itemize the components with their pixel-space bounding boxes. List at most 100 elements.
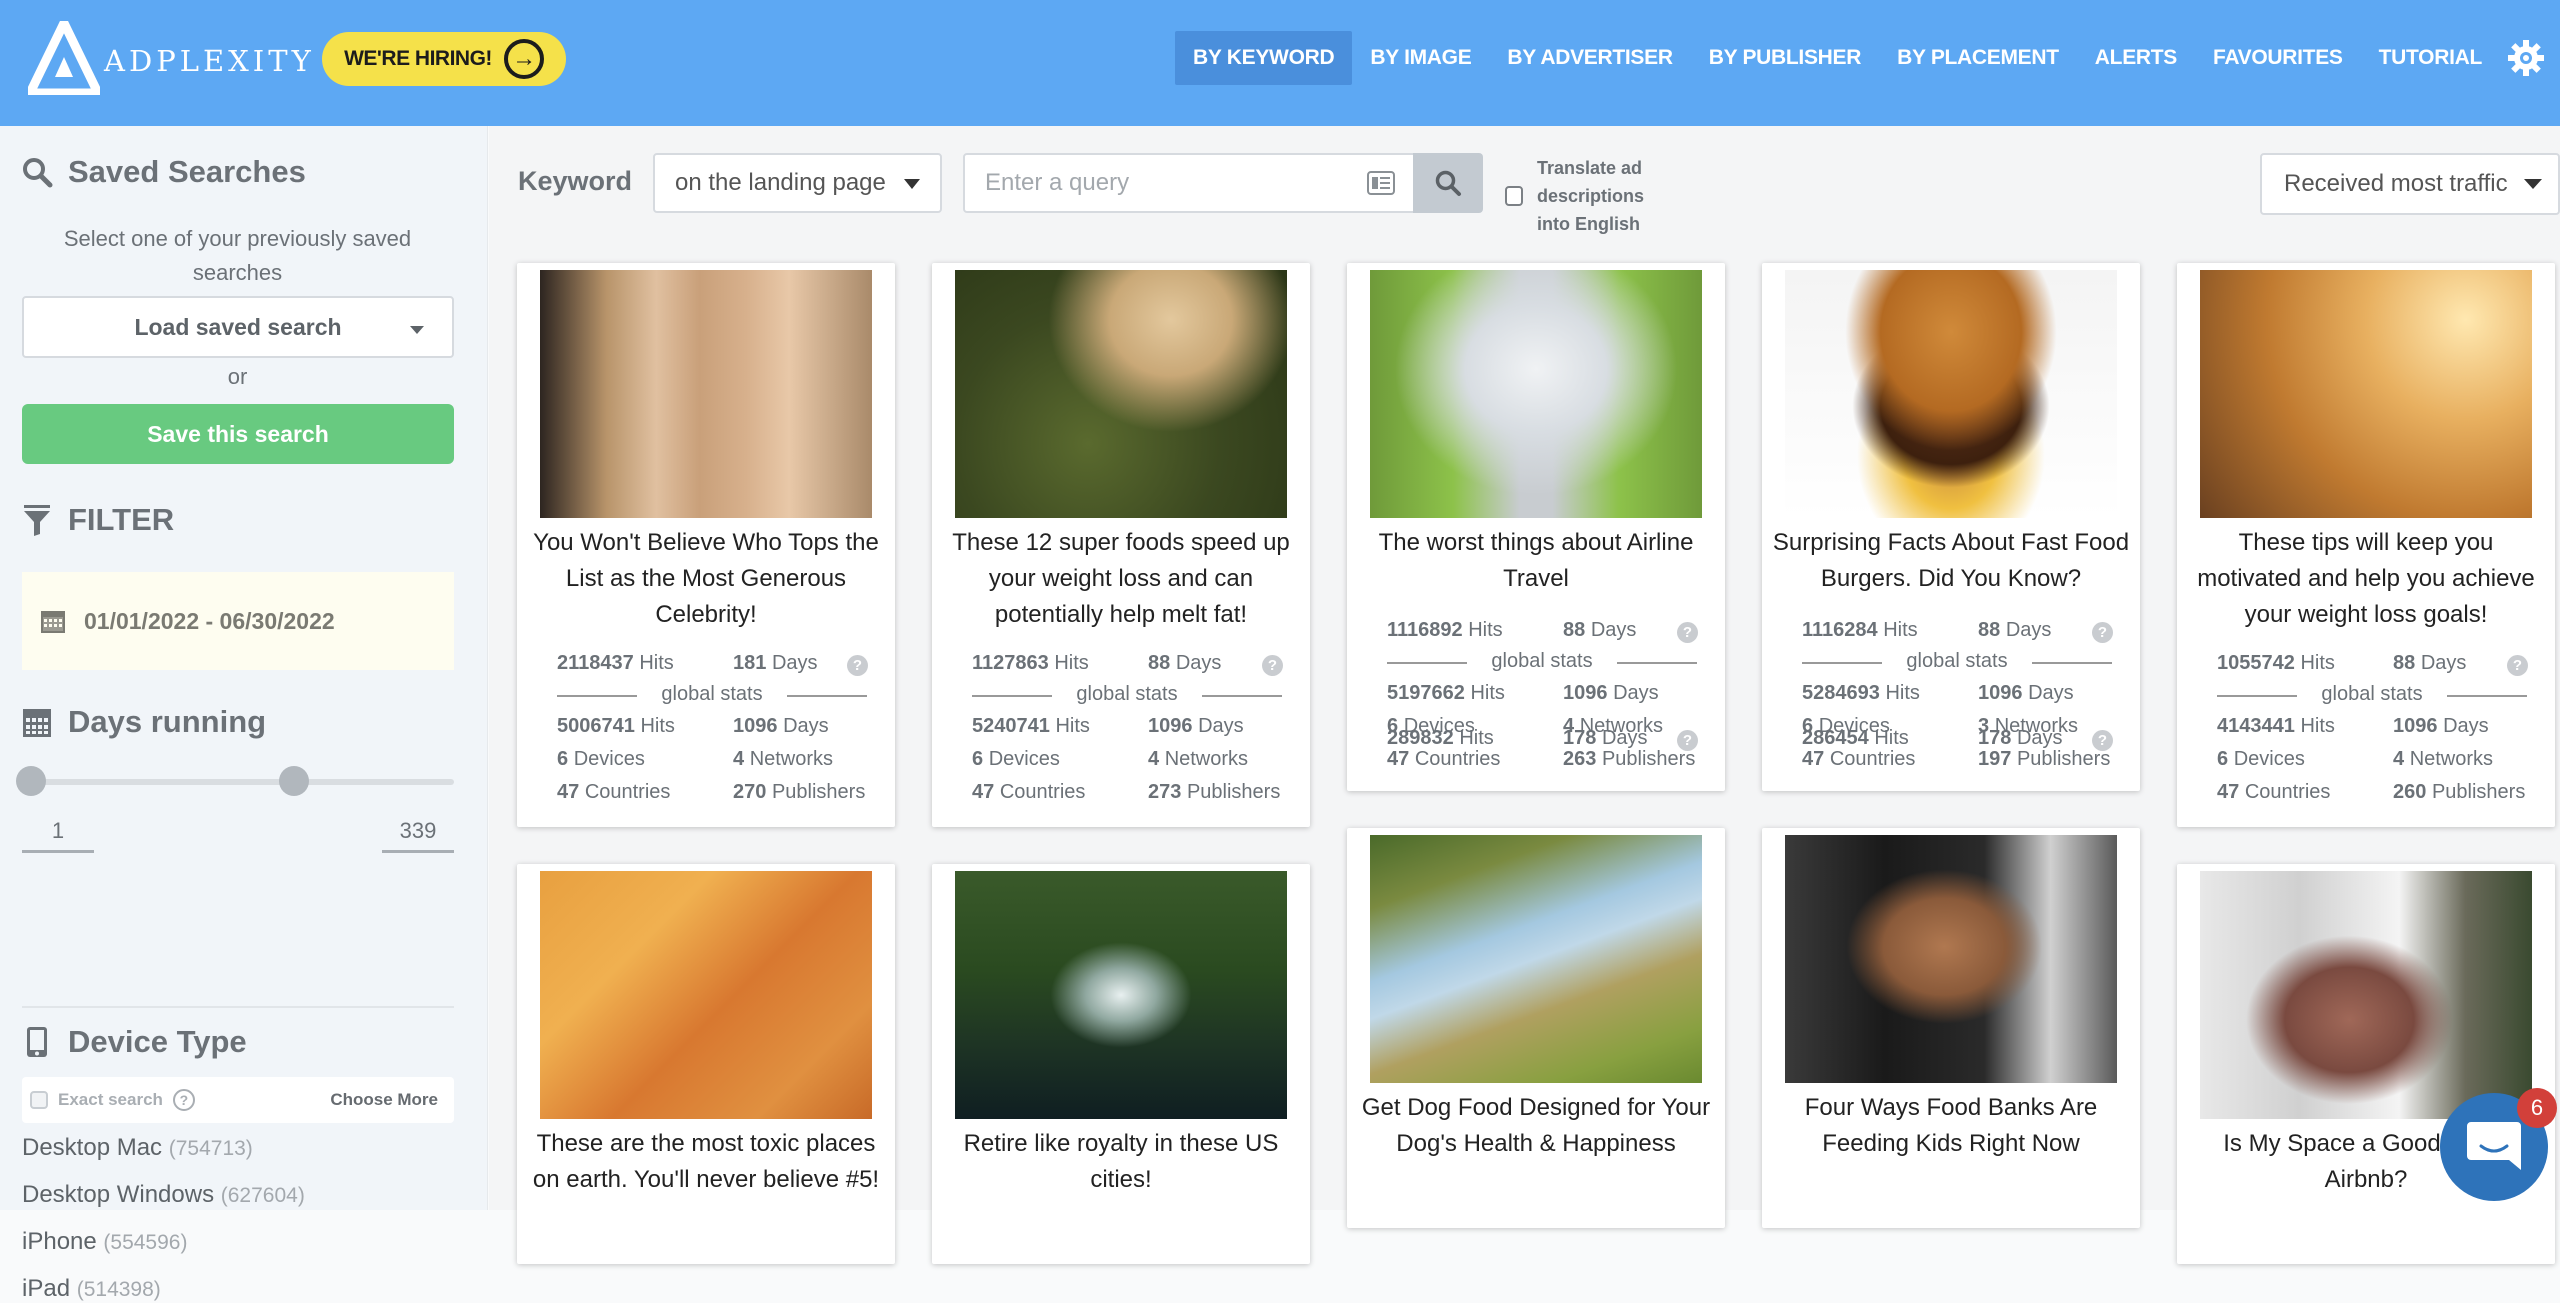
ad-image[interactable] xyxy=(2200,270,2532,518)
device-item-desktop-mac[interactable]: Desktop Mac (754713) xyxy=(22,1134,253,1162)
nav-favourites[interactable]: FAVOURITES xyxy=(2195,31,2361,85)
ad-image[interactable] xyxy=(955,270,1287,518)
ad-title[interactable]: Four Ways Food Banks Are Feeding Kids Ri… xyxy=(1772,1090,2130,1162)
ad-card[interactable]: Four Ways Food Banks Are Feeding Kids Ri… xyxy=(1762,727,2140,1228)
query-field xyxy=(963,153,1417,213)
device-item-desktop-windows[interactable]: Desktop Windows (627604) xyxy=(22,1181,305,1209)
choose-more-link[interactable]: Choose More xyxy=(330,1090,438,1110)
load-saved-search-select[interactable]: Load saved search xyxy=(22,296,454,358)
days-running-max-input[interactable]: 339 xyxy=(382,818,454,853)
ad-title[interactable]: These 12 super foods speed up your weigh… xyxy=(942,525,1300,633)
ad-title[interactable]: Surprising Facts About Fast Food Burgers… xyxy=(1772,525,2130,597)
days-running-max-handle[interactable] xyxy=(279,766,310,796)
main-nav: BY KEYWORD BY IMAGE BY ADVERTISER BY PUB… xyxy=(1175,31,2500,85)
help-icon[interactable]: ? xyxy=(2092,622,2113,643)
calendar-icon xyxy=(41,611,65,633)
adplexity-logo[interactable]: ADPLEXITY xyxy=(28,21,315,95)
caret-down-icon xyxy=(410,326,424,334)
ad-image[interactable] xyxy=(2200,871,2532,1119)
help-icon[interactable]: ? xyxy=(2092,730,2113,751)
days-running-slider-track[interactable] xyxy=(22,779,454,785)
global-devices: 6 xyxy=(557,748,569,770)
days-running-title: Days running xyxy=(68,704,267,739)
ad-card[interactable]: You Won't Believe Who Tops the List as t… xyxy=(517,263,895,827)
arrow-right-circle-icon: → xyxy=(503,39,544,79)
logo-text: ADPLEXITY xyxy=(104,44,315,78)
device-item-iphone[interactable]: iPhone (554596) xyxy=(22,1228,187,1256)
ad-image[interactable] xyxy=(1785,270,2117,518)
days-running-heading: Days running xyxy=(20,704,266,740)
ad-days: 88 xyxy=(1148,652,1171,674)
help-icon[interactable]: ? xyxy=(1677,730,1698,751)
ad-title[interactable]: The worst things about Airline Travel xyxy=(1357,525,1715,597)
help-icon[interactable]: ? xyxy=(2507,655,2528,676)
caret-down-icon xyxy=(2524,179,2542,189)
global-days: 1096 xyxy=(2393,715,2438,737)
ad-card[interactable]: Retire like royalty in these US cities! xyxy=(932,864,1310,1264)
date-range-picker[interactable]: 01/01/2022 - 06/30/2022 xyxy=(22,572,454,670)
ad-card[interactable]: Is My Space a Good Fit for Airbnb? xyxy=(2177,864,2555,1264)
ad-title[interactable]: These are the most toxic places on earth… xyxy=(527,1126,885,1198)
save-search-button[interactable]: Save this search xyxy=(22,404,454,464)
keyword-scope-select[interactable]: on the landing page xyxy=(653,153,942,213)
ad-stats: 286454 Hits 178 Days? xyxy=(1802,722,2113,755)
hits-label: Hits xyxy=(2300,715,2335,737)
ad-image[interactable] xyxy=(955,871,1287,1119)
days-label: Days xyxy=(2005,619,2052,641)
help-icon[interactable]: ? xyxy=(1262,655,1283,676)
ad-card[interactable]: These tips will keep you motivated and h… xyxy=(2177,263,2555,827)
ad-image[interactable] xyxy=(540,871,872,1119)
caret-down-icon xyxy=(904,179,920,189)
days-running-min-input[interactable]: 1 xyxy=(22,818,94,853)
ad-card[interactable]: Get Dog Food Designed for Your Dog's Hea… xyxy=(1347,727,1725,1228)
ad-image[interactable] xyxy=(540,270,872,518)
global-days: 1096 xyxy=(1563,682,1608,704)
device-count: (754713) xyxy=(168,1137,253,1160)
ad-card[interactable]: These are the most toxic places on earth… xyxy=(517,864,895,1264)
hits-label: Hits xyxy=(1054,652,1089,674)
ad-card[interactable]: The worst things about Airline Travel 111… xyxy=(1347,263,1725,791)
help-icon[interactable]: ? xyxy=(172,1089,195,1111)
translate-checkbox[interactable] xyxy=(1505,186,1523,206)
ad-title[interactable]: These tips will keep you motivated and h… xyxy=(2187,525,2545,633)
filter-icon xyxy=(20,503,54,537)
publishers-label: Publishers xyxy=(1186,781,1281,803)
days-label: Days xyxy=(1198,715,1244,737)
search-icon xyxy=(1435,170,1461,196)
gear-icon[interactable] xyxy=(2506,38,2546,78)
ad-title[interactable]: You Won't Believe Who Tops the List as t… xyxy=(527,525,885,633)
nav-by-image[interactable]: BY IMAGE xyxy=(1352,31,1489,85)
ad-title[interactable]: Get Dog Food Designed for Your Dog's Hea… xyxy=(1357,1090,1715,1162)
days-label: Days xyxy=(1590,619,1637,641)
ad-image[interactable] xyxy=(1370,835,1702,1083)
nav-by-keyword[interactable]: BY KEYWORD xyxy=(1175,31,1353,85)
help-icon[interactable]: ? xyxy=(1677,622,1698,643)
nav-by-publisher[interactable]: BY PUBLISHER xyxy=(1691,31,1879,85)
nav-by-advertiser[interactable]: BY ADVERTISER xyxy=(1489,31,1690,85)
help-icon[interactable]: ? xyxy=(847,655,868,676)
search-icon xyxy=(20,155,54,189)
global-hits: 5197662 xyxy=(1387,682,1465,704)
query-input[interactable] xyxy=(965,155,1325,211)
sort-select[interactable]: Received most traffic xyxy=(2260,153,2560,215)
nav-tutorial[interactable]: TUTORIAL xyxy=(2361,31,2500,85)
days-label: Days xyxy=(1175,652,1222,674)
days-running-min-handle[interactable] xyxy=(16,766,46,796)
keyword-list-icon[interactable] xyxy=(1367,171,1395,195)
exact-search-checkbox[interactable] xyxy=(30,1091,48,1109)
hiring-banner-button[interactable]: WE'RE HIRING! → xyxy=(322,32,566,86)
ad-image[interactable] xyxy=(1785,835,2117,1083)
device-item-ipad[interactable]: iPad (514398) xyxy=(22,1275,161,1303)
nav-by-placement[interactable]: BY PLACEMENT xyxy=(1879,31,2077,85)
ad-title[interactable]: Retire like royalty in these US cities! xyxy=(942,1126,1300,1198)
ad-days: 178 xyxy=(1563,727,1597,749)
search-button[interactable] xyxy=(1413,153,1483,213)
hits-label: Hits xyxy=(639,652,674,674)
ad-image[interactable] xyxy=(1370,270,1702,518)
ad-card[interactable]: Surprising Facts About Fast Food Burgers… xyxy=(1762,263,2140,791)
nav-alerts[interactable]: ALERTS xyxy=(2077,31,2195,85)
global-devices: 6 xyxy=(972,748,984,770)
ad-card[interactable]: These 12 super foods speed up your weigh… xyxy=(932,263,1310,827)
global-hits: 4143441 xyxy=(2217,715,2295,737)
saved-searches-description: Select one of your previously saved sear… xyxy=(63,226,412,285)
